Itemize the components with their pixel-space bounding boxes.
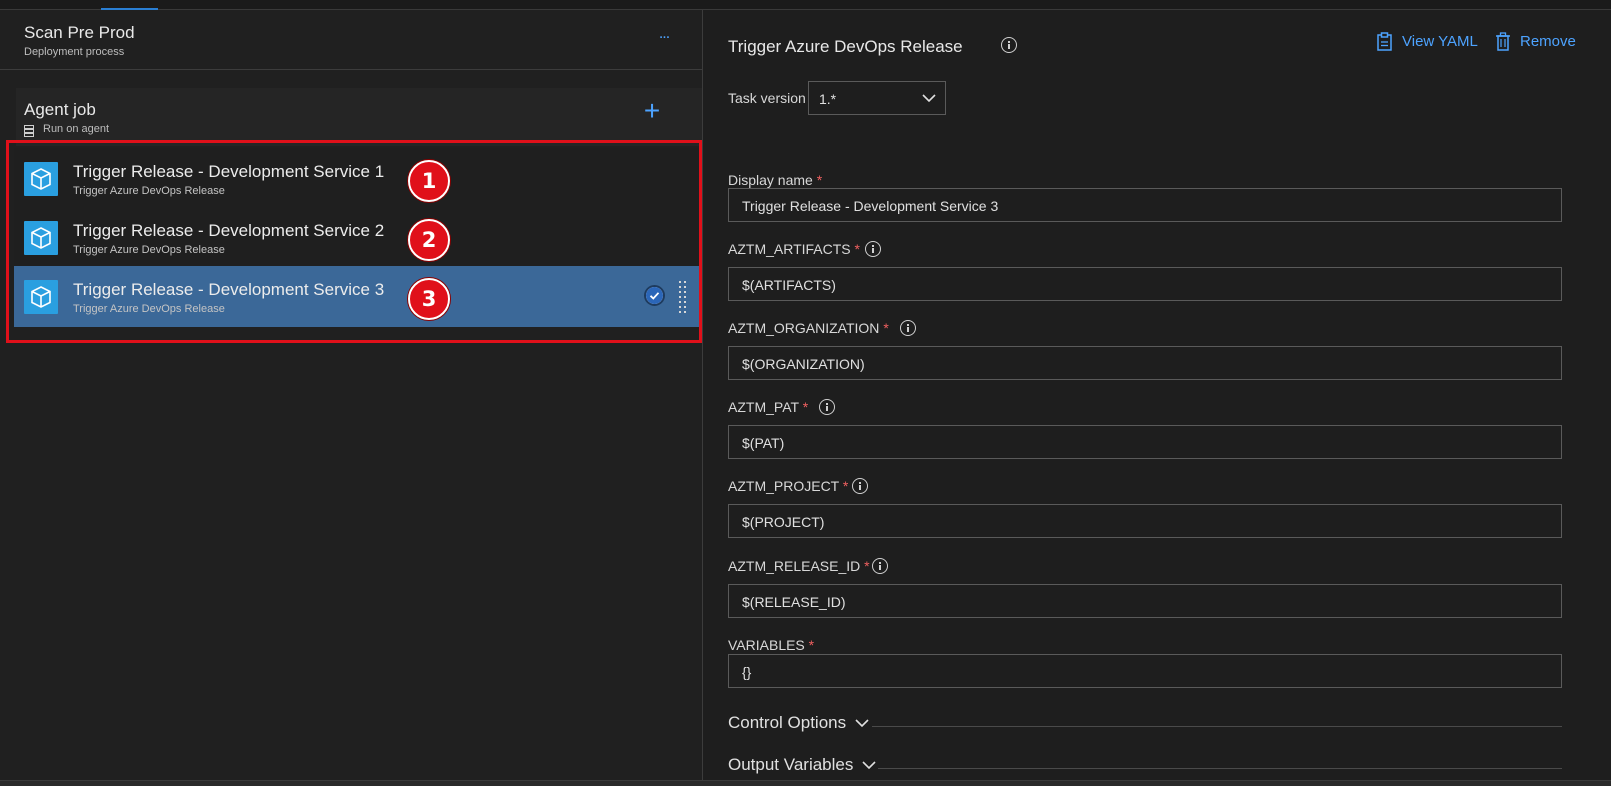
task-title: Trigger Release - Development Service 2 bbox=[73, 221, 385, 240]
view-yaml-label: View YAML bbox=[1402, 33, 1478, 50]
output-variables-section[interactable]: Output Variables bbox=[728, 755, 876, 775]
task-version-value: 1.* bbox=[819, 91, 837, 107]
bottom-bar bbox=[0, 780, 1611, 786]
clipboard-icon bbox=[1377, 32, 1392, 51]
drag-handle-icon[interactable] bbox=[678, 280, 688, 314]
task-title: Trigger Release - Development Service 3 bbox=[73, 280, 385, 299]
add-task-button[interactable]: + bbox=[638, 97, 666, 126]
info-icon[interactable] bbox=[865, 241, 881, 257]
stage-subtitle: Deployment process bbox=[24, 46, 125, 58]
required-marker: * bbox=[842, 478, 849, 494]
package-icon bbox=[24, 162, 58, 196]
panel-title: Trigger Azure DevOps Release bbox=[728, 37, 963, 56]
more-options-button[interactable]: ... bbox=[652, 26, 676, 46]
project-input[interactable]: $(PROJECT) bbox=[728, 504, 1562, 538]
task-item-selected[interactable]: Trigger Release - Development Service 3 … bbox=[14, 266, 702, 327]
checkmark-icon[interactable] bbox=[644, 285, 665, 306]
top-tab-bar bbox=[0, 0, 1611, 10]
organization-label: AZTM_ORGANIZATION * bbox=[728, 320, 889, 336]
stage-title: Scan Pre Prod bbox=[24, 23, 135, 42]
remove-label: Remove bbox=[1520, 33, 1576, 50]
required-marker: * bbox=[816, 172, 823, 188]
task-properties-pane: Trigger Azure DevOps Release View YAML R… bbox=[704, 10, 1611, 786]
callout-badge-1: 1 bbox=[408, 160, 450, 202]
section-divider bbox=[872, 726, 1562, 727]
section-divider bbox=[878, 768, 1562, 769]
server-icon bbox=[24, 125, 34, 137]
organization-input[interactable]: $(ORGANIZATION) bbox=[728, 346, 1562, 380]
required-marker: * bbox=[883, 320, 889, 336]
pat-input[interactable]: $(PAT) bbox=[728, 425, 1562, 459]
control-options-section[interactable]: Control Options bbox=[728, 713, 869, 733]
artifacts-label: AZTM_ARTIFACTS * bbox=[728, 241, 860, 257]
info-icon[interactable] bbox=[872, 558, 888, 574]
callout-badge-3: 3 bbox=[408, 278, 450, 320]
task-subtitle: Trigger Azure DevOps Release bbox=[73, 303, 225, 315]
display-name-label: Display name * bbox=[728, 172, 823, 188]
task-version-label: Task version bbox=[728, 90, 806, 106]
task-title: Trigger Release - Development Service 1 bbox=[73, 162, 385, 181]
required-marker: * bbox=[802, 399, 809, 415]
task-subtitle: Trigger Azure DevOps Release bbox=[73, 185, 225, 197]
required-marker: * bbox=[854, 241, 860, 257]
callout-badge-2: 2 bbox=[408, 219, 450, 261]
artifacts-input[interactable]: $(ARTIFACTS) bbox=[728, 267, 1562, 301]
agent-job[interactable]: Agent job Run on agent + bbox=[16, 88, 702, 146]
task-version-select[interactable]: 1.* bbox=[808, 81, 946, 115]
package-icon bbox=[24, 221, 58, 255]
chevron-down-icon bbox=[855, 719, 869, 728]
project-label: AZTM_PROJECT * bbox=[728, 478, 849, 494]
required-marker: * bbox=[864, 558, 870, 574]
trash-icon bbox=[1496, 32, 1510, 51]
pat-label: AZTM_PAT * bbox=[728, 399, 809, 415]
release-id-label: AZTM_RELEASE_ID * bbox=[728, 558, 870, 574]
variables-label: VARIABLES * bbox=[728, 637, 815, 653]
task-subtitle: Trigger Azure DevOps Release bbox=[73, 244, 225, 256]
task-item[interactable]: Trigger Release - Development Service 1 … bbox=[14, 148, 702, 209]
info-icon[interactable] bbox=[852, 478, 868, 494]
pipeline-tasks-pane: Scan Pre Prod Deployment process ... Age… bbox=[0, 10, 703, 786]
stage-header[interactable]: Scan Pre Prod Deployment process ... bbox=[0, 10, 703, 70]
info-icon[interactable] bbox=[1001, 37, 1017, 53]
display-name-input[interactable]: Trigger Release - Development Service 3 bbox=[728, 188, 1562, 222]
chevron-down-icon bbox=[862, 761, 876, 770]
agent-job-subtitle: Run on agent bbox=[43, 123, 110, 135]
release-id-input[interactable]: $(RELEASE_ID) bbox=[728, 584, 1562, 618]
info-icon[interactable] bbox=[819, 399, 835, 415]
task-item[interactable]: Trigger Release - Development Service 2 … bbox=[14, 207, 702, 268]
variables-input[interactable]: {} bbox=[728, 654, 1562, 688]
info-icon[interactable] bbox=[900, 320, 916, 336]
agent-job-title: Agent job bbox=[24, 100, 96, 119]
package-icon bbox=[24, 280, 58, 314]
chevron-down-icon bbox=[922, 94, 936, 103]
required-marker: * bbox=[808, 637, 815, 653]
